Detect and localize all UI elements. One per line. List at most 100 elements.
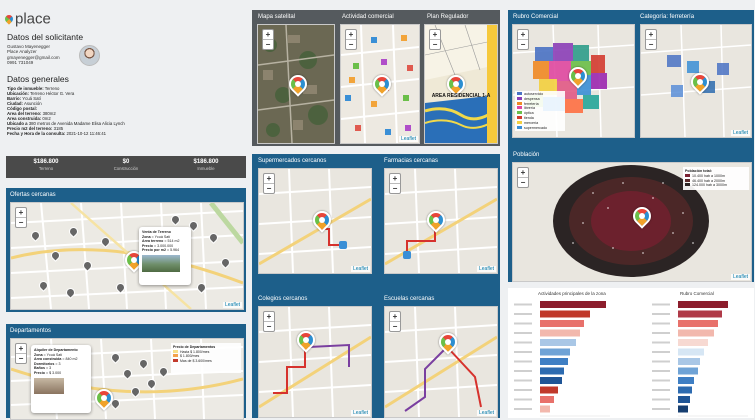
supermarkets-map[interactable]: + − Leaflet [258, 168, 372, 274]
zoom-in-button[interactable]: + [263, 30, 273, 39]
commercial-activity-map[interactable]: + − Leaflet [340, 24, 420, 144]
zoom-in-button[interactable]: + [264, 174, 274, 183]
left-chart-tick-label [514, 408, 532, 410]
zoom-out-button[interactable]: − [646, 39, 656, 49]
zoom-in-button[interactable]: + [646, 30, 656, 39]
map-attribution[interactable]: Leaflet [476, 266, 496, 272]
satellite-zoom[interactable]: + − [262, 29, 274, 50]
schools-zoom[interactable]: + − [263, 311, 275, 332]
right-chart-tick-label [652, 379, 670, 382]
market-panel: Rubro Comercial Categoría: ferretería + −… [508, 10, 754, 282]
elementary-schools-zoom[interactable]: + − [389, 311, 401, 332]
generales-row: Fecha y Hora de la consulta: 2021-10-12 … [7, 131, 107, 137]
pharmacy-icon[interactable] [403, 251, 411, 259]
left-chart-bar [540, 405, 550, 413]
population-map[interactable]: + − Población total: 10.400 hab a 1000m 4… [512, 162, 752, 282]
map-attribution[interactable]: Leaflet [730, 130, 750, 136]
popup-line: Precio = $ 3.000 [34, 370, 62, 375]
departamentos-legend: Precio de Departamentos Hasta $ 1.800/me… [171, 343, 241, 373]
ofertas-popup: Venta de Terreno Zona = Ycuá Satí Area t… [139, 227, 191, 285]
left-chart-bar [540, 320, 584, 327]
context-maps-panel: Mapa satelital Actividad comercial Plan … [252, 10, 500, 146]
zoom-out-button[interactable]: − [518, 39, 528, 49]
satellite-title: Mapa satelital [258, 14, 296, 20]
valuation-construccion: $0 Construcción [113, 159, 139, 171]
left-chart-tick-label [514, 360, 532, 363]
right-chart-tick-label [652, 360, 670, 363]
category-map[interactable]: + − Leaflet [640, 24, 752, 138]
population-zoom[interactable]: + − [517, 167, 529, 188]
rubro-zoom[interactable]: + − [517, 29, 529, 50]
zoom-out-button[interactable]: − [264, 183, 274, 193]
ofertas-map[interactable]: + − Venta de Terreno Zona = Ycuá Satí Are… [10, 202, 244, 310]
zoom-in-button[interactable]: + [430, 30, 440, 39]
elementary-schools-map[interactable]: + − Leaflet [384, 306, 498, 418]
category-title: Categoría: ferretería [640, 14, 695, 20]
solicitante-lines: Gustavo Mayenegger Place Analyzer gmayen… [7, 44, 60, 65]
right-chart-bar [678, 329, 714, 337]
right-chart-tick-label [652, 341, 670, 344]
zoom-in-button[interactable]: + [518, 30, 528, 39]
right-chart-tick-label [652, 398, 670, 401]
departamentos-map[interactable]: + − Alquiler de Departamento Zona = Ycuá … [10, 338, 244, 420]
zoom-out-button[interactable]: − [390, 321, 400, 331]
departamentos-zoom[interactable]: + − [15, 343, 27, 364]
schools-map[interactable]: + − Leaflet [258, 306, 372, 418]
zoom-out-button[interactable]: − [390, 183, 400, 193]
left-chart-bar [540, 339, 576, 346]
zoning-title: Plan Regulador [427, 14, 469, 20]
pharmacies-zoom[interactable]: + − [389, 173, 401, 194]
right-chart-bar [678, 396, 690, 403]
right-chart-tick-label [652, 313, 670, 315]
satellite-map[interactable]: + − [257, 24, 335, 144]
zoning-map[interactable]: + − AREA RESIDENCIAL 1-A [424, 24, 498, 144]
right-chart-bar [678, 405, 688, 413]
left-chart-tick-label [514, 351, 532, 353]
zoom-out-button[interactable]: − [16, 217, 26, 227]
zoning-zoom[interactable]: + − [429, 29, 441, 50]
map-attribution[interactable]: Leaflet [730, 274, 750, 280]
rubro-title: Rubro Comercial [513, 14, 559, 20]
zoom-in-button[interactable]: + [390, 174, 400, 183]
brand-logo[interactable]: place [3, 10, 51, 28]
valuation-bar: $186.800 Terreno $0 Construcción $186.80… [6, 156, 246, 178]
zoom-out-button[interactable]: − [346, 39, 356, 49]
solicitante-phone: 0991 731049 [7, 59, 34, 65]
zoom-in-button[interactable]: + [264, 312, 274, 321]
generales-list: Tipo de inmueble: Terreno Ubicación: Ter… [7, 86, 243, 136]
zoom-in-button[interactable]: + [16, 344, 26, 353]
zoom-out-button[interactable]: − [16, 353, 26, 363]
left-chart-bar [540, 358, 568, 365]
right-chart-tick-label [652, 370, 670, 372]
right-chart-tick-label [652, 303, 670, 306]
brand-name: place [15, 10, 51, 28]
rubro-map[interactable]: + − autoservicio despensa ferretería libr… [512, 24, 635, 138]
map-attribution[interactable]: Leaflet [476, 410, 496, 416]
map-attribution[interactable]: Leaflet [398, 136, 418, 142]
zoom-in-button[interactable]: + [16, 208, 26, 217]
supermarkets-zoom[interactable]: + − [263, 173, 275, 194]
commercial-zoom[interactable]: + − [345, 29, 357, 50]
left-chart-bar [540, 367, 564, 375]
solicitante-heading: Datos del solicitante [7, 32, 84, 42]
map-attribution[interactable]: Leaflet [222, 302, 242, 308]
right-chart-bar [678, 377, 694, 384]
commercial-activity-title: Actividad comercial [342, 14, 394, 20]
zoom-out-button[interactable]: − [430, 39, 440, 49]
category-zoom[interactable]: + − [645, 29, 657, 50]
zoom-in-button[interactable]: + [518, 168, 528, 177]
zoom-out-button[interactable]: − [263, 39, 273, 49]
map-attribution[interactable]: Leaflet [350, 266, 370, 272]
pharmacies-title: Farmacias cercanas [384, 158, 439, 164]
zoom-in-button[interactable]: + [346, 30, 356, 39]
supermarket-icon[interactable] [339, 241, 347, 249]
pharmacies-map[interactable]: + − Leaflet [384, 168, 498, 274]
zoom-out-button[interactable]: − [264, 321, 274, 331]
left-chart-tick-label [514, 341, 532, 344]
zoom-out-button[interactable]: − [518, 177, 528, 187]
charts-panel: Actividades principales de la zona Rubro… [508, 288, 754, 418]
map-attribution[interactable]: Leaflet [350, 410, 370, 416]
zoom-in-button[interactable]: + [390, 312, 400, 321]
ofertas-zoom[interactable]: + − [15, 207, 27, 228]
population-legend: Población total: 10.400 hab a 1000m 46.4… [683, 167, 749, 191]
